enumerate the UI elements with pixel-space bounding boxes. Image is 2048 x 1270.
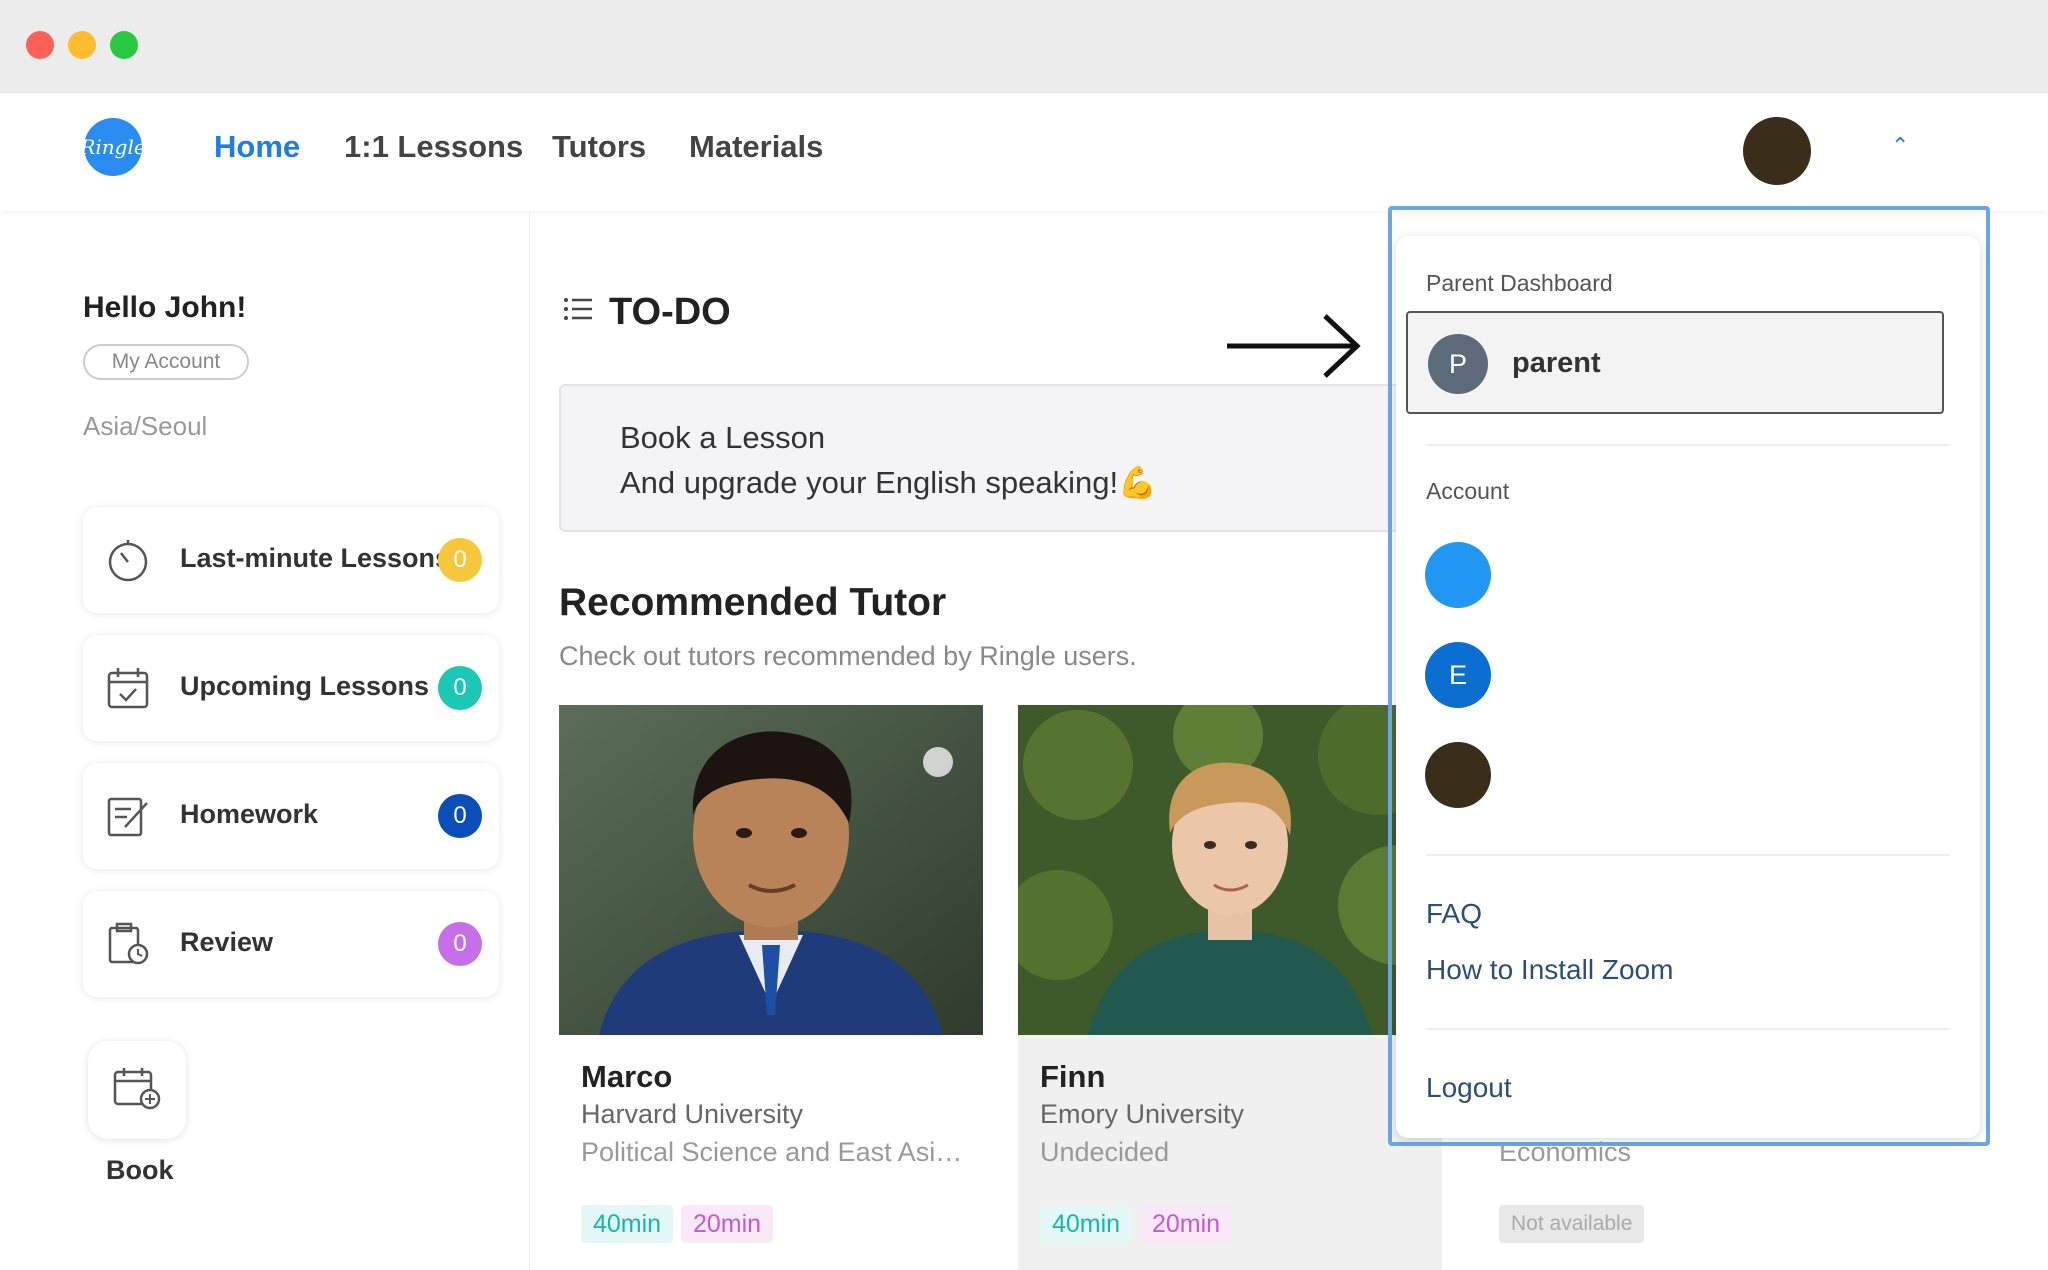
todo-book-lesson-card[interactable]: Book a Lesson And upgrade your English s…: [559, 384, 1459, 532]
count-badge: 0: [438, 794, 482, 838]
logout-link[interactable]: Logout: [1426, 1072, 1512, 1104]
count-badge: 0: [438, 922, 482, 966]
tutor-name: Marco: [581, 1059, 673, 1094]
tutor-card-finn[interactable]: Finn Emory University Undecided 40min 20…: [1018, 705, 1442, 1270]
nav-materials[interactable]: Materials: [689, 129, 823, 165]
divider: [1426, 1028, 1950, 1030]
tutor-name: Finn: [1040, 1059, 1106, 1094]
divider: [1426, 444, 1950, 446]
recommended-tutor-subtitle: Check out tutors recommended by Ringle u…: [559, 641, 1137, 671]
book-button[interactable]: [88, 1041, 186, 1139]
tutor-photo: [1018, 705, 1442, 1035]
recommended-tutor-title: Recommended Tutor: [559, 581, 947, 624]
tag-20min: 20min: [681, 1205, 774, 1243]
pencil-note-icon: [107, 797, 148, 837]
minimize-window-button[interactable]: [68, 31, 96, 59]
todo-card-subtitle: And upgrade your English speaking!💪: [620, 465, 1157, 500]
sidebar-item-review[interactable]: Review 0: [83, 891, 499, 997]
sidebar-item-label: Last-minute Lessons: [180, 543, 451, 573]
sidebar-item-homework[interactable]: Homework 0: [83, 763, 499, 869]
todo-card-title: Book a Lesson: [620, 420, 826, 455]
top-navigation: Ringle Home 1:1 Lessons Tutors Materials…: [0, 93, 2048, 211]
count-badge: 0: [438, 538, 482, 582]
nav-home[interactable]: Home: [214, 129, 300, 165]
parent-dashboard-item[interactable]: P parent: [1406, 311, 1944, 414]
faq-link[interactable]: FAQ: [1426, 898, 1482, 930]
ringle-logo[interactable]: Ringle: [80, 118, 146, 176]
account-avatar-2[interactable]: E: [1425, 642, 1491, 708]
app-window: Ringle Home 1:1 Lessons Tutors Materials…: [0, 0, 2048, 1270]
sidebar-item-label: Homework: [180, 799, 319, 829]
sidebar-item-label: Review: [180, 927, 274, 957]
install-zoom-link[interactable]: How to Install Zoom: [1426, 954, 1673, 986]
todo-title: TO-DO: [609, 291, 731, 333]
favorite-heart-icon[interactable]: [923, 747, 953, 777]
tag-40min: 40min: [1040, 1205, 1133, 1243]
tag-20min: 20min: [1140, 1205, 1233, 1243]
tag-40min: 40min: [581, 1205, 674, 1243]
timer-icon: [108, 540, 148, 582]
parent-dashboard-heading: Parent Dashboard: [1426, 270, 1613, 296]
sidebar-item-last-minute-lessons[interactable]: Last-minute Lessons 0: [83, 507, 499, 613]
book-label: Book: [106, 1155, 174, 1185]
divider: [1426, 854, 1950, 856]
tutor-major: Undecided: [1040, 1137, 1170, 1167]
tag-not-available: Not available: [1499, 1205, 1645, 1243]
tutor-university: Emory University: [1040, 1099, 1245, 1129]
parent-avatar: P: [1428, 334, 1488, 394]
tutor-major: Political Science and East Asi…: [581, 1137, 963, 1167]
my-account-button[interactable]: My Account: [83, 344, 249, 380]
window-titlebar: [0, 0, 2048, 93]
list-icon: [564, 298, 592, 320]
account-heading: Account: [1426, 478, 1510, 504]
clipboard-clock-icon: [108, 922, 149, 965]
arrow-right-icon: [1227, 314, 1361, 378]
chevron-up-icon[interactable]: ⌃: [1891, 133, 1909, 159]
timezone-label: Asia/Seoul: [83, 411, 208, 441]
tutor-card-marco[interactable]: Marco Harvard University Political Scien…: [559, 705, 983, 1270]
parent-name: parent: [1512, 347, 1601, 379]
nav-tutors[interactable]: Tutors: [552, 129, 646, 165]
maximize-window-button[interactable]: [110, 31, 138, 59]
user-avatar[interactable]: [1743, 117, 1811, 185]
count-badge: 0: [438, 666, 482, 710]
logo-text: Ringle: [80, 135, 146, 159]
account-avatar-1[interactable]: [1425, 542, 1491, 608]
calendar-plus-icon: [113, 1068, 161, 1110]
sidebar-item-upcoming-lessons[interactable]: Upcoming Lessons 0: [83, 635, 499, 741]
greeting: Hello John!: [83, 291, 247, 324]
account-avatar-3[interactable]: [1425, 742, 1491, 808]
close-window-button[interactable]: [26, 31, 54, 59]
sidebar: Hello John! My Account Asia/Seoul Last-m…: [0, 211, 530, 1270]
nav-lessons[interactable]: 1:1 Lessons: [344, 129, 523, 165]
tutor-university: Harvard University: [581, 1099, 804, 1129]
account-dropdown-menu: Parent Dashboard P parent Account E FAQ …: [1396, 236, 1980, 1138]
tutor-photo: [559, 705, 983, 1035]
sidebar-item-label: Upcoming Lessons: [180, 671, 430, 701]
calendar-check-icon: [107, 668, 149, 709]
